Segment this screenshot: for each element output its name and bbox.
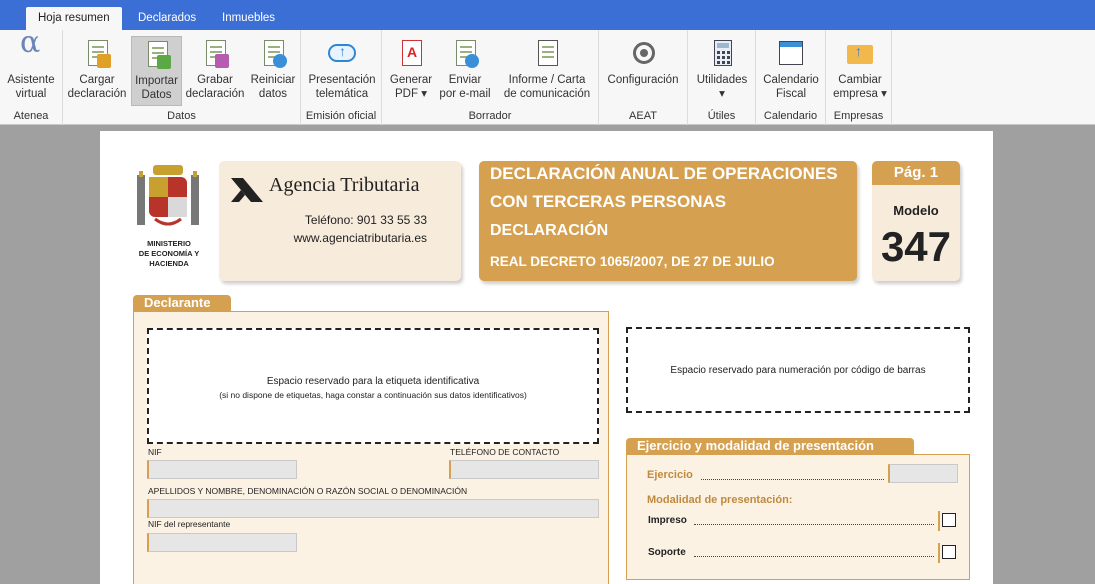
email-document-icon [449, 38, 481, 70]
group-empresas: Cambiar empresa ▾ Empresas [826, 30, 892, 125]
group-label-aeat: AEAT [629, 110, 657, 122]
impreso-mark [938, 511, 940, 531]
apellidos-label: APELLIDOS Y NOMBRE, DENOMINACIÓN O RAZÓN… [148, 486, 468, 496]
alpha-icon: α [20, 25, 41, 60]
title-line-4: REAL DECRETO 1065/2007, DE 27 DE JULIO [490, 254, 775, 269]
nif-representante-field[interactable] [147, 533, 297, 552]
group-utiles: Utilidades ▾ Útiles [688, 30, 756, 125]
impreso-label: Impreso [648, 515, 687, 526]
modalidad-label: Modalidad de presentación: [647, 494, 793, 506]
agency-website: www.agenciatributaria.es [293, 231, 427, 245]
title-line-1: DECLARACIÓN ANUAL DE OPERACIONES [490, 164, 838, 183]
ejercicio-leader [701, 479, 884, 480]
tab-declarados[interactable]: Declarados [126, 7, 208, 30]
label-space-subtext: (si no dispone de etiquetas, haga consta… [219, 390, 527, 400]
title-line-2: CON TERCERAS PERSONAS [490, 192, 727, 211]
cloud-upload-icon [326, 38, 358, 70]
apellidos-field[interactable] [147, 499, 599, 518]
page-number: Pág. 1 [872, 161, 960, 185]
cambiar-empresa-button[interactable]: Cambiar empresa ▾ [830, 36, 890, 106]
telefono-field[interactable] [449, 460, 599, 479]
group-atenea: α Asistente virtual Atenea [0, 25, 63, 125]
agencia-logo-icon [231, 178, 263, 202]
group-aeat: Configuración AEAT [599, 30, 688, 125]
ribbon-tab-bar: Hoja resumen Declarados Inmuebles [0, 0, 1095, 30]
group-label-emision: Emisión oficial [305, 110, 377, 122]
label-space[interactable]: Espacio reservado para la etiqueta ident… [147, 328, 599, 444]
calendar-icon [775, 38, 807, 70]
gear-icon [627, 38, 659, 70]
barcode-space-text: Espacio reservado para numeración por có… [670, 365, 926, 376]
tab-hoja-resumen[interactable]: Hoja resumen [26, 7, 122, 30]
agency-box: Agencia Tributaria Teléfono: 901 33 55 3… [219, 161, 461, 281]
group-label-datos: Datos [167, 110, 196, 122]
import-document-icon [141, 39, 173, 71]
calculator-icon [706, 38, 738, 70]
declarante-tab: Declarante [133, 295, 231, 311]
ejercicio-tab: Ejercicio y modalidad de presentación [626, 438, 914, 454]
soporte-label: Soporte [648, 547, 686, 558]
page-model-box: Pág. 1 Modelo 347 [872, 161, 960, 281]
asistente-virtual-button[interactable]: α Asistente virtual [2, 25, 60, 106]
modelo-label: Modelo [893, 203, 939, 218]
load-document-icon [81, 38, 113, 70]
group-emision-oficial: Presentación telemática Emisión oficial [301, 30, 382, 125]
pdf-icon [395, 38, 427, 70]
agency-name: Agencia Tributaria [269, 174, 420, 196]
group-label-borrador: Borrador [468, 110, 512, 122]
reiniciar-datos-button[interactable]: Reiniciar datos [247, 36, 299, 106]
form-title-box: DECLARACIÓN ANUAL DE OPERACIONES CON TER… [479, 161, 857, 281]
cargar-declaracion-button[interactable]: Cargar declaración [67, 36, 127, 106]
nif-label: NIF [148, 447, 162, 457]
group-borrador: Generar PDF ▾ Enviar por e-mail Informe … [382, 30, 599, 125]
ejercicio-label: Ejercicio [647, 469, 693, 481]
reset-document-icon [257, 38, 289, 70]
soporte-checkbox[interactable] [942, 545, 956, 559]
enviar-email-button[interactable]: Enviar por e-mail [437, 36, 493, 106]
grabar-declaracion-button[interactable]: Grabar declaración [184, 36, 246, 106]
nif-representante-label: NIF del representante [148, 519, 231, 529]
title-line-3: DECLARACIÓN [490, 222, 609, 239]
soporte-mark [938, 543, 940, 563]
utilidades-button[interactable]: Utilidades ▾ [693, 36, 751, 106]
modelo-number: 347 [880, 223, 952, 270]
impreso-leader [694, 524, 934, 525]
importar-datos-button[interactable]: Importar Datos [131, 36, 182, 106]
telefono-label: TELÉFONO DE CONTACTO [450, 447, 560, 457]
save-document-icon [199, 38, 231, 70]
agency-phone: Teléfono: 901 33 55 33 [304, 213, 427, 227]
tab-inmuebles[interactable]: Inmuebles [210, 7, 287, 30]
document-workspace[interactable]: MINISTERIO DE ECONOMÍA Y HACIENDA Agenci… [0, 126, 1095, 584]
report-document-icon [531, 38, 563, 70]
group-datos: Cargar declaración Importar Datos Grabar… [63, 30, 301, 125]
informe-carta-button[interactable]: Informe / Carta de comunicación [500, 36, 594, 106]
folder-upload-icon [844, 38, 876, 70]
soporte-leader [694, 556, 934, 557]
ministry-label: MINISTERIO DE ECONOMÍA Y HACIENDA [138, 239, 200, 268]
ribbon: α Asistente virtual Atenea Cargar declar… [0, 25, 1095, 125]
barcode-space: Espacio reservado para numeración por có… [626, 327, 970, 413]
group-label-atenea: Atenea [13, 110, 49, 122]
presentacion-telematica-button[interactable]: Presentación telemática [305, 36, 379, 106]
group-label-utiles: Útiles [707, 110, 736, 122]
calendario-fiscal-button[interactable]: Calendario Fiscal [759, 36, 823, 106]
coat-of-arms-icon [137, 165, 199, 226]
group-calendario: Calendario Fiscal Calendario [756, 30, 826, 125]
label-space-text: Espacio reservado para la etiqueta ident… [266, 376, 480, 387]
group-label-empresas: Empresas [833, 110, 884, 122]
ejercicio-field[interactable] [888, 464, 958, 483]
impreso-checkbox[interactable] [942, 513, 956, 527]
generar-pdf-button[interactable]: Generar PDF ▾ [386, 36, 436, 106]
form-sheet: MINISTERIO DE ECONOMÍA Y HACIENDA Agenci… [100, 131, 993, 584]
group-label-calendario: Calendario [763, 110, 818, 122]
nif-field[interactable] [147, 460, 297, 479]
configuracion-button[interactable]: Configuración [604, 36, 682, 106]
